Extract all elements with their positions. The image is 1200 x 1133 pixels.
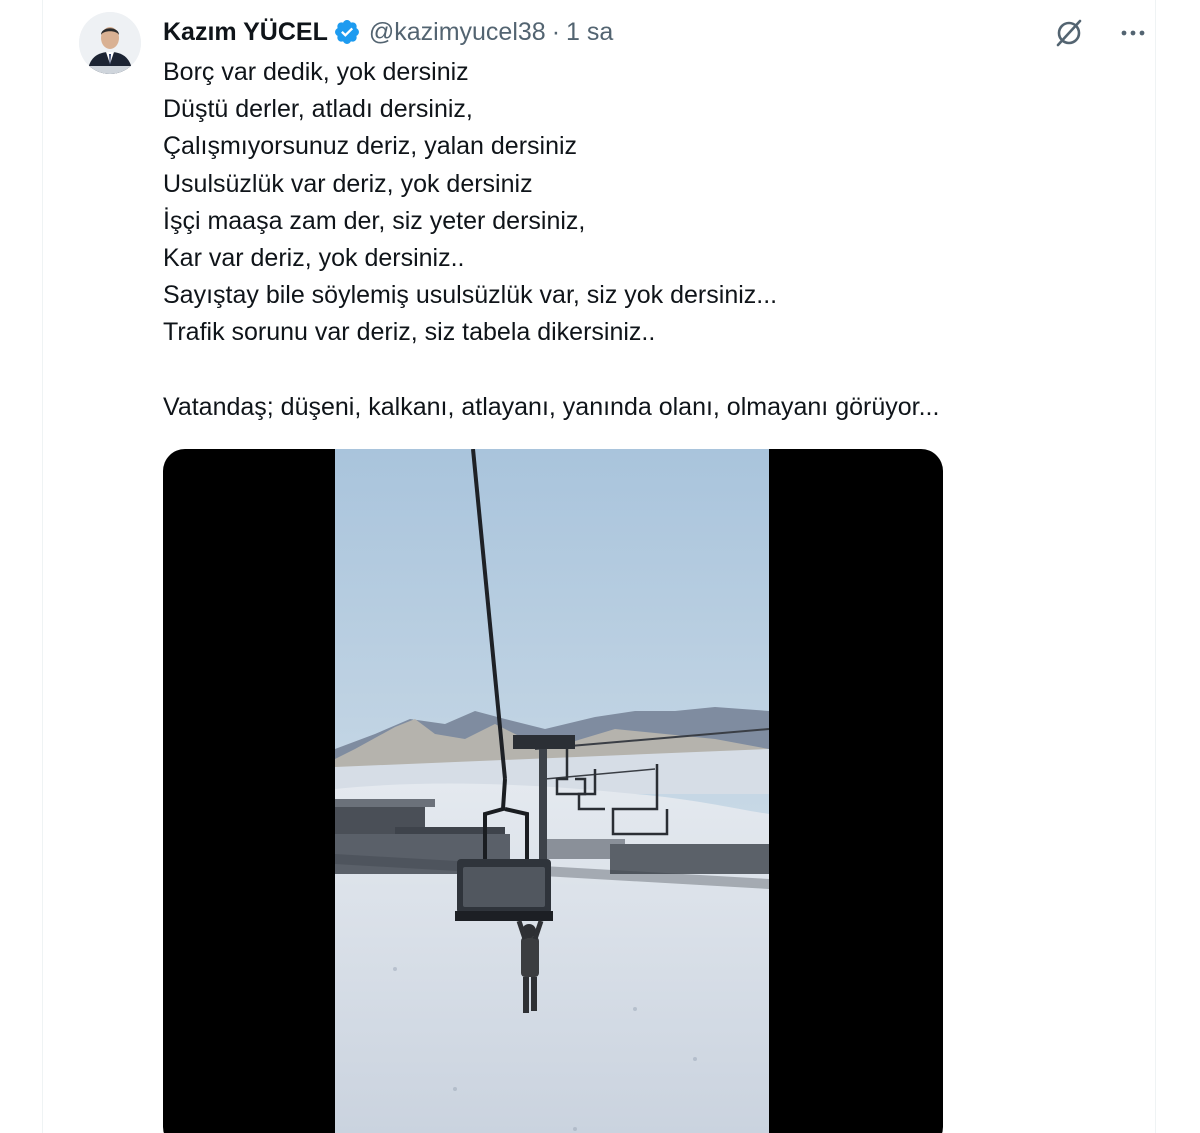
tweet-video[interactable] bbox=[163, 449, 943, 1133]
tweet-text-line: Kar var deriz, yok dersiniz.. bbox=[163, 244, 465, 273]
page: Kazım YÜCEL @kazimyucel38 · 1 sa Borç va… bbox=[0, 0, 1200, 1133]
tweet-text-line: Usulsüzlük var deriz, yok dersiniz bbox=[163, 169, 533, 198]
tweet-text-closing-line: Vatandaş; düşeni, kalkanı, atlayanı, yan… bbox=[163, 392, 940, 421]
avatar-photo bbox=[79, 12, 141, 74]
grok-icon bbox=[1056, 19, 1082, 47]
tweet-timestamp[interactable]: 1 sa bbox=[566, 18, 613, 47]
tweet-header: Kazım YÜCEL @kazimyucel38 · 1 sa bbox=[163, 14, 613, 50]
verified-badge-icon bbox=[333, 18, 361, 46]
tweet-text-line: Düştü derler, atladı dersiniz, bbox=[163, 95, 473, 124]
tweet-text-line: Trafik sorunu var deriz, siz tabela dike… bbox=[163, 318, 656, 347]
tweet-text-line: Çalışmıyorsunuz deriz, yalan dersiniz bbox=[163, 132, 578, 161]
author-handle[interactable]: @kazimyucel38 bbox=[369, 18, 546, 47]
video-frame bbox=[335, 449, 769, 1133]
tweet-text-line: Sayıştay bile söylemiş usulsüzlük var, s… bbox=[163, 281, 778, 310]
author-display-name[interactable]: Kazım YÜCEL bbox=[163, 18, 328, 47]
tweet-text: Borç var dedik, yok dersiniz Düştü derle… bbox=[163, 54, 1123, 426]
author-avatar[interactable] bbox=[79, 12, 141, 74]
tweet-header-actions bbox=[1052, 16, 1150, 50]
header-separator: · bbox=[551, 17, 561, 46]
more-options-button[interactable] bbox=[1116, 16, 1150, 50]
tweet-text-line: İşçi maaşa zam der, siz yeter dersiniz, bbox=[163, 206, 586, 235]
grok-button[interactable] bbox=[1052, 16, 1086, 50]
paragraph-break bbox=[163, 352, 1123, 389]
tweet-text-line: Borç var dedik, yok dersiniz bbox=[163, 58, 469, 86]
more-icon bbox=[1121, 30, 1145, 36]
